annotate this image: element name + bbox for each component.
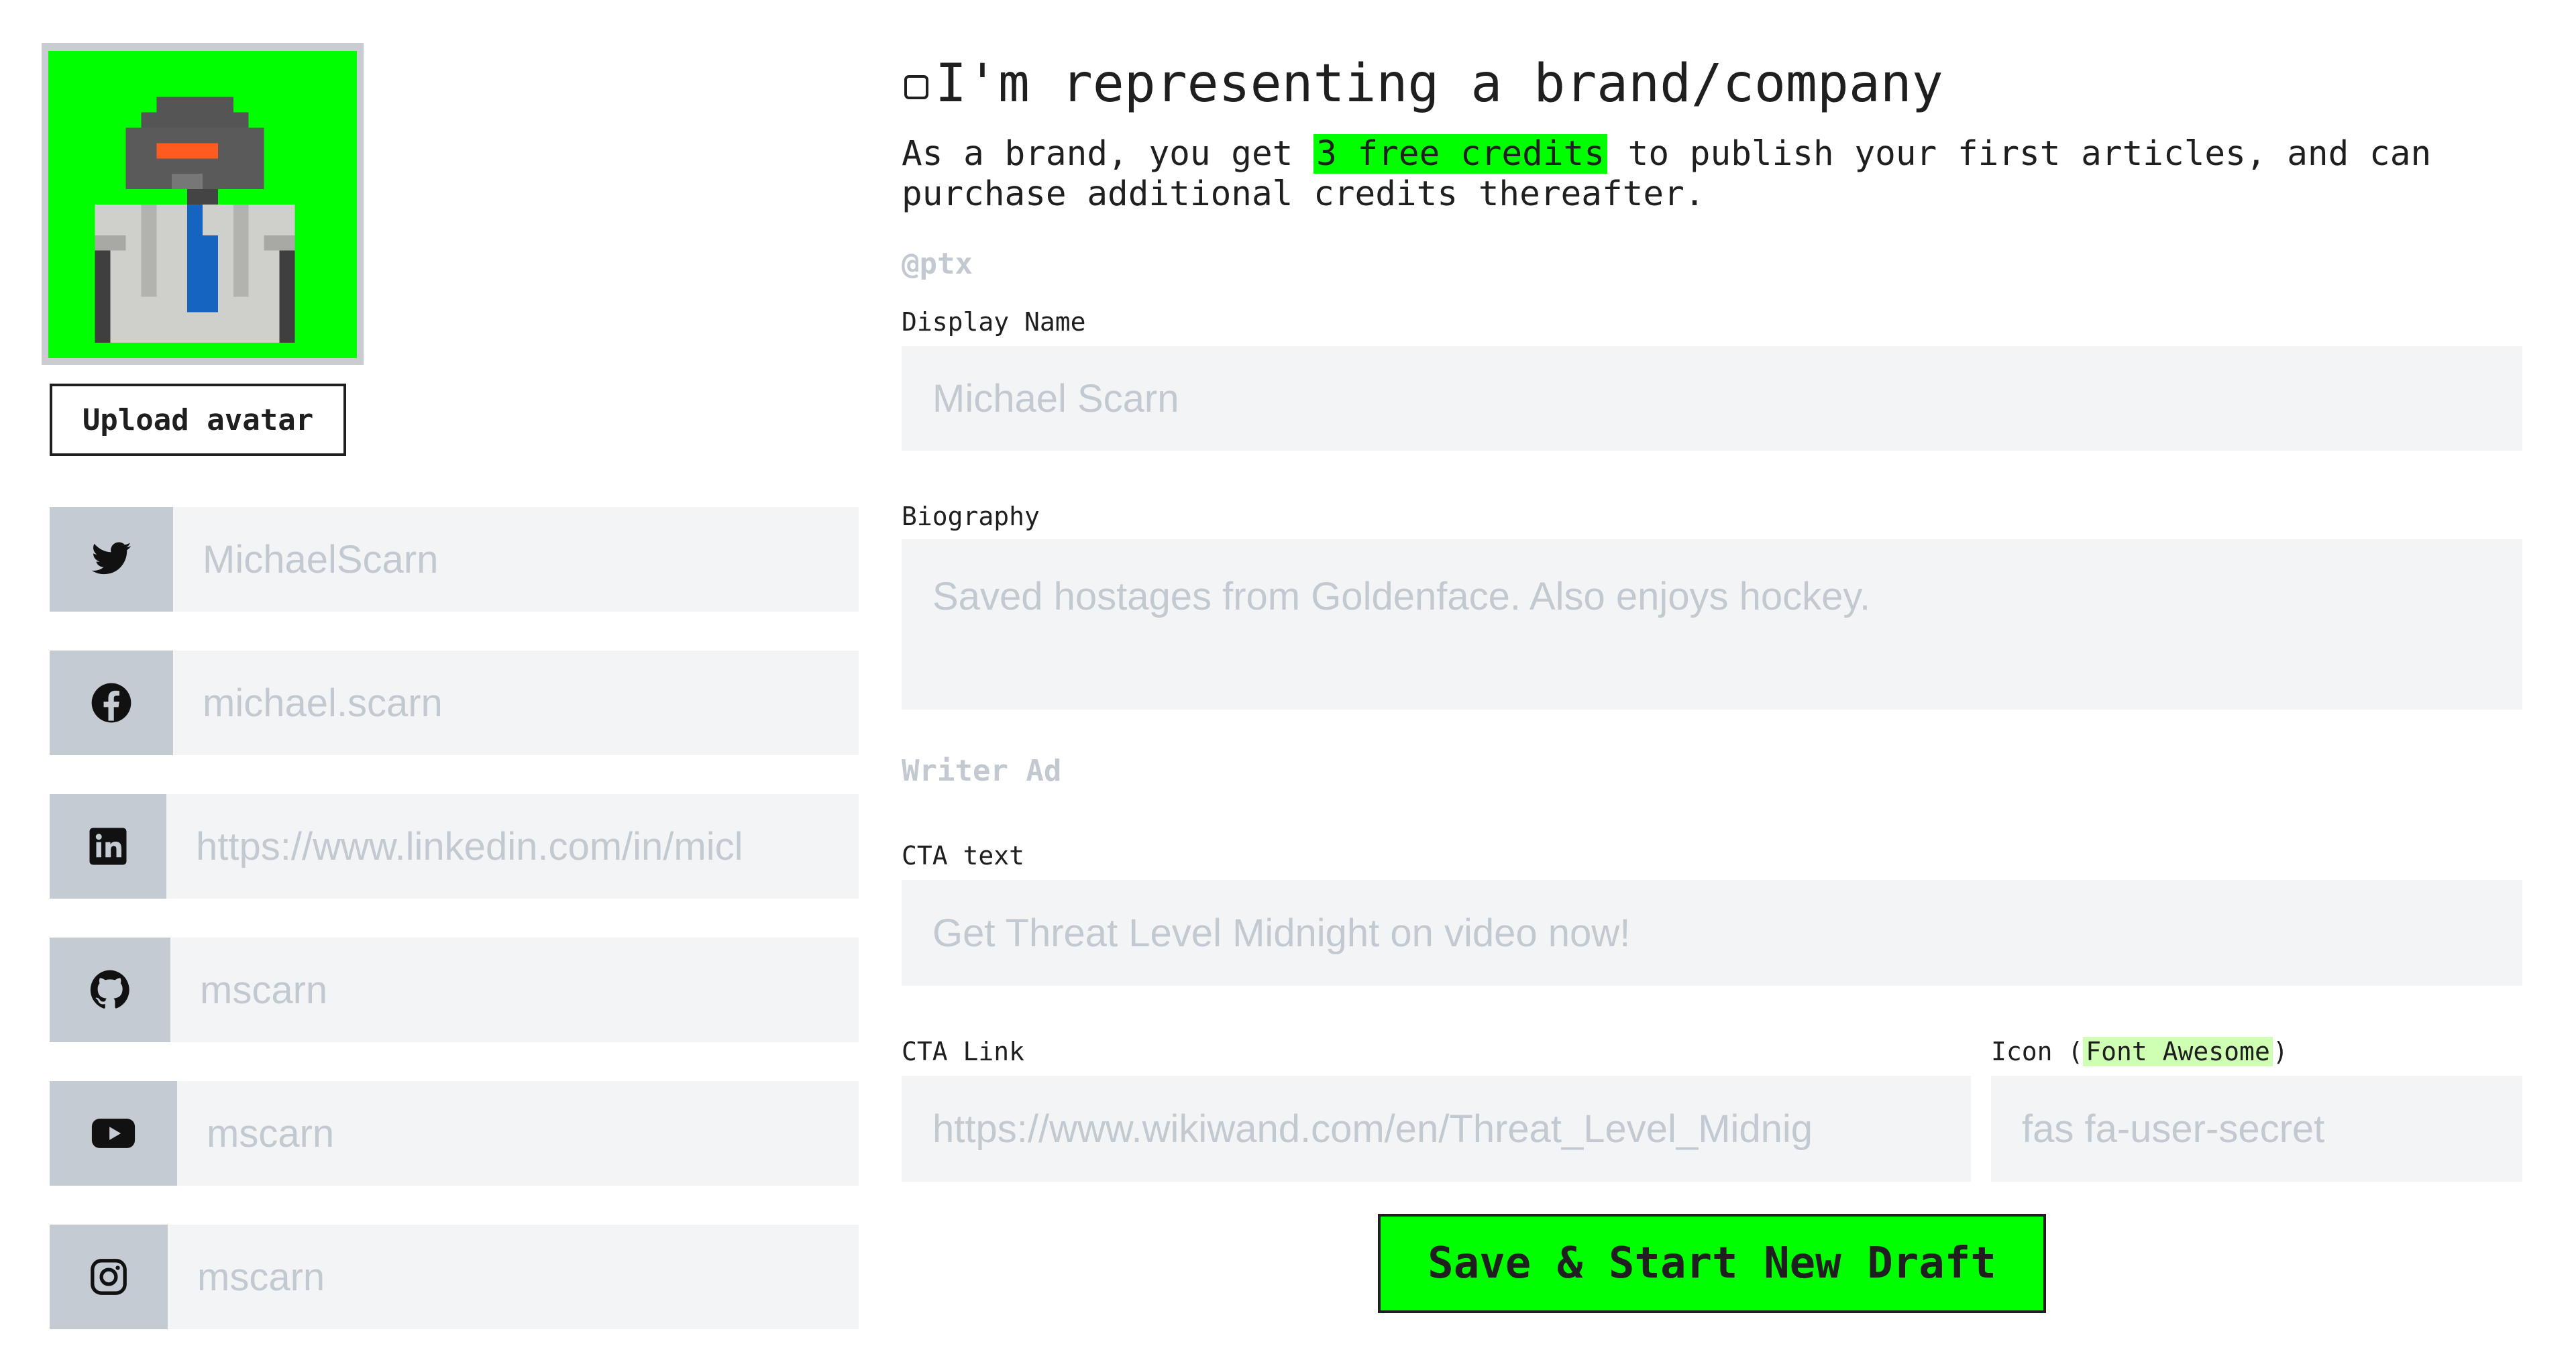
brand-checkbox-label: I'm representing a brand/company	[935, 54, 1943, 114]
brand-description: As a brand, you get 3 free credits to pu…	[902, 134, 2538, 215]
free-credits-highlight: 3 free credits	[1313, 134, 1607, 174]
brand-checkbox[interactable]	[904, 75, 928, 99]
save-start-new-draft-button[interactable]: Save & Start New Draft	[1378, 1214, 2046, 1313]
social-row-linkedin: https://www.linkedin.com/in/micl	[50, 794, 859, 899]
biography-label: Biography	[902, 502, 1040, 531]
avatar	[48, 51, 357, 358]
icon-class-input[interactable]: fas fa-user-secret	[1991, 1076, 2522, 1182]
icon-label-prefix: Icon (	[1991, 1037, 2084, 1066]
cta-text-label: CTA text	[902, 841, 1025, 870]
display-name-label: Display Name	[902, 307, 1086, 337]
upload-avatar-button[interactable]: Upload avatar	[50, 384, 346, 456]
instagram-handle-input[interactable]: mscarn	[168, 1225, 859, 1329]
github-handle-input[interactable]: mscarn	[170, 938, 859, 1042]
display-name-input[interactable]: Michael Scarn	[902, 346, 2522, 451]
facebook-handle-input[interactable]: michael.scarn	[173, 651, 859, 755]
github-icon	[50, 938, 170, 1042]
facebook-icon	[50, 651, 173, 755]
font-awesome-link[interactable]: Font Awesome	[2083, 1037, 2273, 1066]
social-row-facebook: michael.scarn	[50, 651, 859, 755]
twitter-icon	[50, 507, 173, 612]
brand-desc-text: As a brand, you get	[902, 134, 1314, 174]
cta-text-input[interactable]: Get Threat Level Midnight on video now!	[902, 880, 2522, 986]
icon-label: Icon (Font Awesome)	[1991, 1037, 2288, 1066]
linkedin-icon	[50, 794, 166, 899]
avatar-frame	[42, 43, 364, 365]
social-row-github: mscarn	[50, 938, 859, 1042]
twitter-handle-input[interactable]: MichaelScarn	[173, 507, 859, 612]
avatar-pixel-art	[49, 51, 356, 358]
writer-ad-heading: Writer Ad	[902, 754, 1062, 788]
social-row-instagram: mscarn	[50, 1225, 859, 1329]
linkedin-url-input[interactable]: https://www.linkedin.com/in/micl	[166, 794, 859, 899]
icon-label-suffix: )	[2272, 1037, 2288, 1066]
brand-checkbox-row[interactable]: I'm representing a brand/company	[904, 54, 1943, 114]
username-handle: @ptx	[902, 247, 973, 281]
social-row-twitter: MichaelScarn	[50, 507, 859, 612]
cta-link-input[interactable]: https://www.wikiwand.com/en/Threat_Level…	[902, 1076, 1971, 1182]
cta-link-label: CTA Link	[902, 1037, 1025, 1066]
youtube-icon	[50, 1081, 177, 1186]
youtube-handle-input[interactable]: mscarn	[177, 1081, 859, 1186]
social-row-youtube: mscarn	[50, 1081, 859, 1186]
biography-textarea[interactable]: Saved hostages from Goldenface. Also enj…	[902, 539, 2522, 710]
instagram-icon	[50, 1225, 168, 1329]
